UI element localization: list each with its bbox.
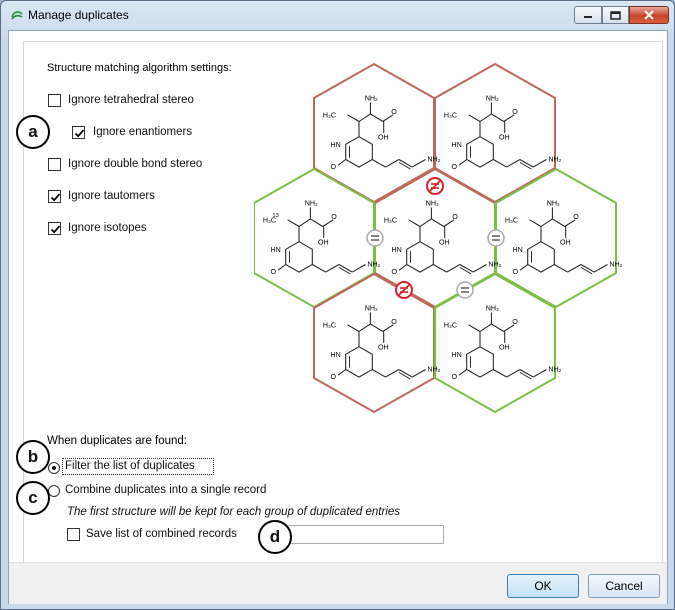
minimize-button[interactable] bbox=[574, 6, 602, 24]
cancel-button[interactable]: Cancel bbox=[588, 574, 660, 598]
equal-icon bbox=[487, 229, 505, 247]
callout-b: b bbox=[16, 440, 50, 474]
ignore-enantiomers-label: Ignore enantiomers bbox=[93, 126, 193, 138]
combine-duplicates-label: Combine duplicates into a single record bbox=[65, 484, 267, 496]
ignore-isotopes-checkbox[interactable] bbox=[48, 222, 61, 235]
settings-panel: Structure matching algorithm settings: I… bbox=[16, 41, 663, 566]
settings-heading: Structure matching algorithm settings: bbox=[47, 62, 232, 74]
filter-duplicates-label: Filter the list of duplicates bbox=[65, 460, 195, 472]
duplicates-heading: When duplicates are found: bbox=[47, 435, 188, 447]
ignore-tetrahedral-stereo-label: Ignore tetrahedral stereo bbox=[68, 94, 194, 106]
structure-comparison-diagram: H₃C NH₂ O OH HN O NH₂ bbox=[254, 62, 623, 414]
dialog-window: Manage duplicates Structure matching alg… bbox=[0, 0, 675, 610]
checkmark-icon bbox=[50, 225, 61, 234]
close-icon bbox=[644, 10, 654, 20]
window-title: Manage duplicates bbox=[28, 8, 129, 22]
save-path-input[interactable] bbox=[276, 525, 444, 544]
callout-d: d bbox=[258, 520, 292, 554]
ignore-enantiomers-checkbox[interactable] bbox=[72, 126, 85, 139]
filter-duplicates-radio[interactable] bbox=[48, 462, 60, 474]
callout-c: c bbox=[16, 481, 50, 515]
ignore-tetrahedral-stereo-checkbox[interactable] bbox=[48, 94, 61, 107]
not-equal-icon bbox=[426, 177, 444, 195]
ignore-tautomers-checkbox[interactable] bbox=[48, 190, 61, 203]
dialog-client: Structure matching algorithm settings: I… bbox=[8, 30, 668, 604]
save-combined-records-checkbox[interactable] bbox=[67, 528, 80, 541]
callout-a: a bbox=[16, 115, 50, 149]
ignore-isotopes-label: Ignore isotopes bbox=[68, 222, 147, 234]
not-equal-icon bbox=[395, 281, 413, 299]
title-bar[interactable]: Manage duplicates bbox=[1, 1, 674, 29]
minimize-icon bbox=[584, 16, 592, 18]
equal-icon bbox=[456, 281, 474, 299]
svg-text:13: 13 bbox=[272, 213, 278, 219]
checkmark-icon bbox=[74, 129, 85, 138]
ignore-double-bond-stereo-label: Ignore double bond stereo bbox=[68, 158, 203, 170]
equal-icon bbox=[366, 229, 384, 247]
ok-button[interactable]: OK bbox=[507, 574, 579, 598]
ignore-tautomers-label: Ignore tautomers bbox=[68, 190, 155, 202]
save-combined-records-label: Save list of combined records bbox=[86, 528, 237, 540]
close-button[interactable] bbox=[629, 6, 669, 24]
maximize-icon bbox=[610, 10, 621, 20]
maximize-button[interactable] bbox=[602, 6, 629, 24]
dialog-footer: OK Cancel bbox=[9, 562, 667, 604]
combine-note: The first structure will be kept for eac… bbox=[67, 506, 401, 518]
checkmark-icon bbox=[50, 193, 61, 202]
ignore-double-bond-stereo-checkbox[interactable] bbox=[48, 158, 61, 171]
app-icon bbox=[11, 11, 23, 20]
